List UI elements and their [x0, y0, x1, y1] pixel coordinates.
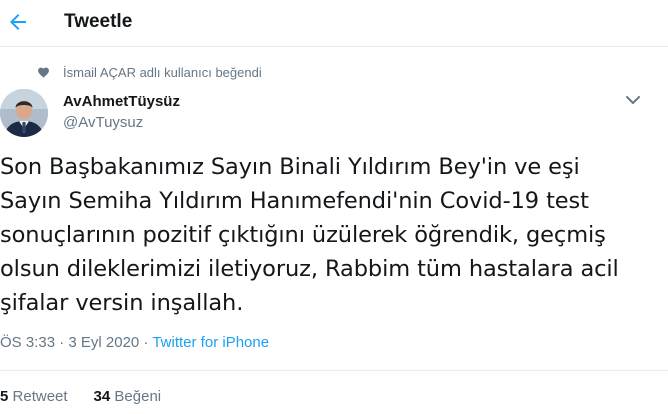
- tweet-stats: 5 Retweet 34 Beğeni: [0, 388, 161, 405]
- avatar[interactable]: [0, 89, 48, 137]
- social-context: İsmail AÇAR adlı kullanıcı beğendi: [37, 64, 262, 80]
- like-label: Beğeni: [114, 388, 162, 405]
- tweet-text: Son Başbakanımız Sayın Binali Yıldırım B…: [0, 150, 668, 320]
- tweet-line: şifalar versin inşallah.: [0, 290, 244, 316]
- tweet-line: sonuçlarının pozitif çıktığını üzülerek …: [0, 222, 606, 248]
- tweet-line: olsun dileklerimizi iletiyoruz, Rabbim t…: [0, 256, 619, 282]
- author-name[interactable]: AvAhmetTüysüz: [63, 93, 180, 110]
- author-handle[interactable]: @AvTuysuz: [63, 114, 143, 131]
- retweet-count: 5: [0, 388, 9, 405]
- tweet-meta: ÖS 3:33 · 3 Eyl 2020 · Twitter for iPhon…: [0, 334, 269, 351]
- retweet-label: Retweet: [12, 388, 68, 405]
- chevron-down-icon[interactable]: [624, 93, 642, 107]
- back-arrow-icon[interactable]: [6, 10, 30, 34]
- tweet-line: Son Başbakanımız Sayın Binali Yıldırım B…: [0, 154, 580, 180]
- top-bar: Tweetle: [0, 0, 668, 47]
- like-count: 34: [93, 388, 111, 405]
- tweet-line: Sayın Semiha Yıldırım Hanımefendi'nin Co…: [0, 188, 589, 214]
- avatar-portrait-icon: [0, 89, 48, 137]
- retweet-stat[interactable]: 5 Retweet: [0, 388, 68, 405]
- liked-by-text[interactable]: İsmail AÇAR adlı kullanıcı beğendi: [63, 65, 262, 80]
- like-stat[interactable]: 34 Beğeni: [94, 388, 162, 405]
- tweet-date[interactable]: 3 Eyl 2020: [68, 334, 139, 351]
- tweet-time[interactable]: ÖS 3:33: [0, 334, 55, 351]
- page-title: Tweetle: [64, 11, 133, 32]
- tweet-source-link[interactable]: Twitter for iPhone: [152, 334, 269, 351]
- divider: [0, 370, 668, 371]
- meta-separator: ·: [139, 334, 153, 351]
- heart-icon: [38, 67, 49, 78]
- meta-separator: ·: [55, 334, 69, 351]
